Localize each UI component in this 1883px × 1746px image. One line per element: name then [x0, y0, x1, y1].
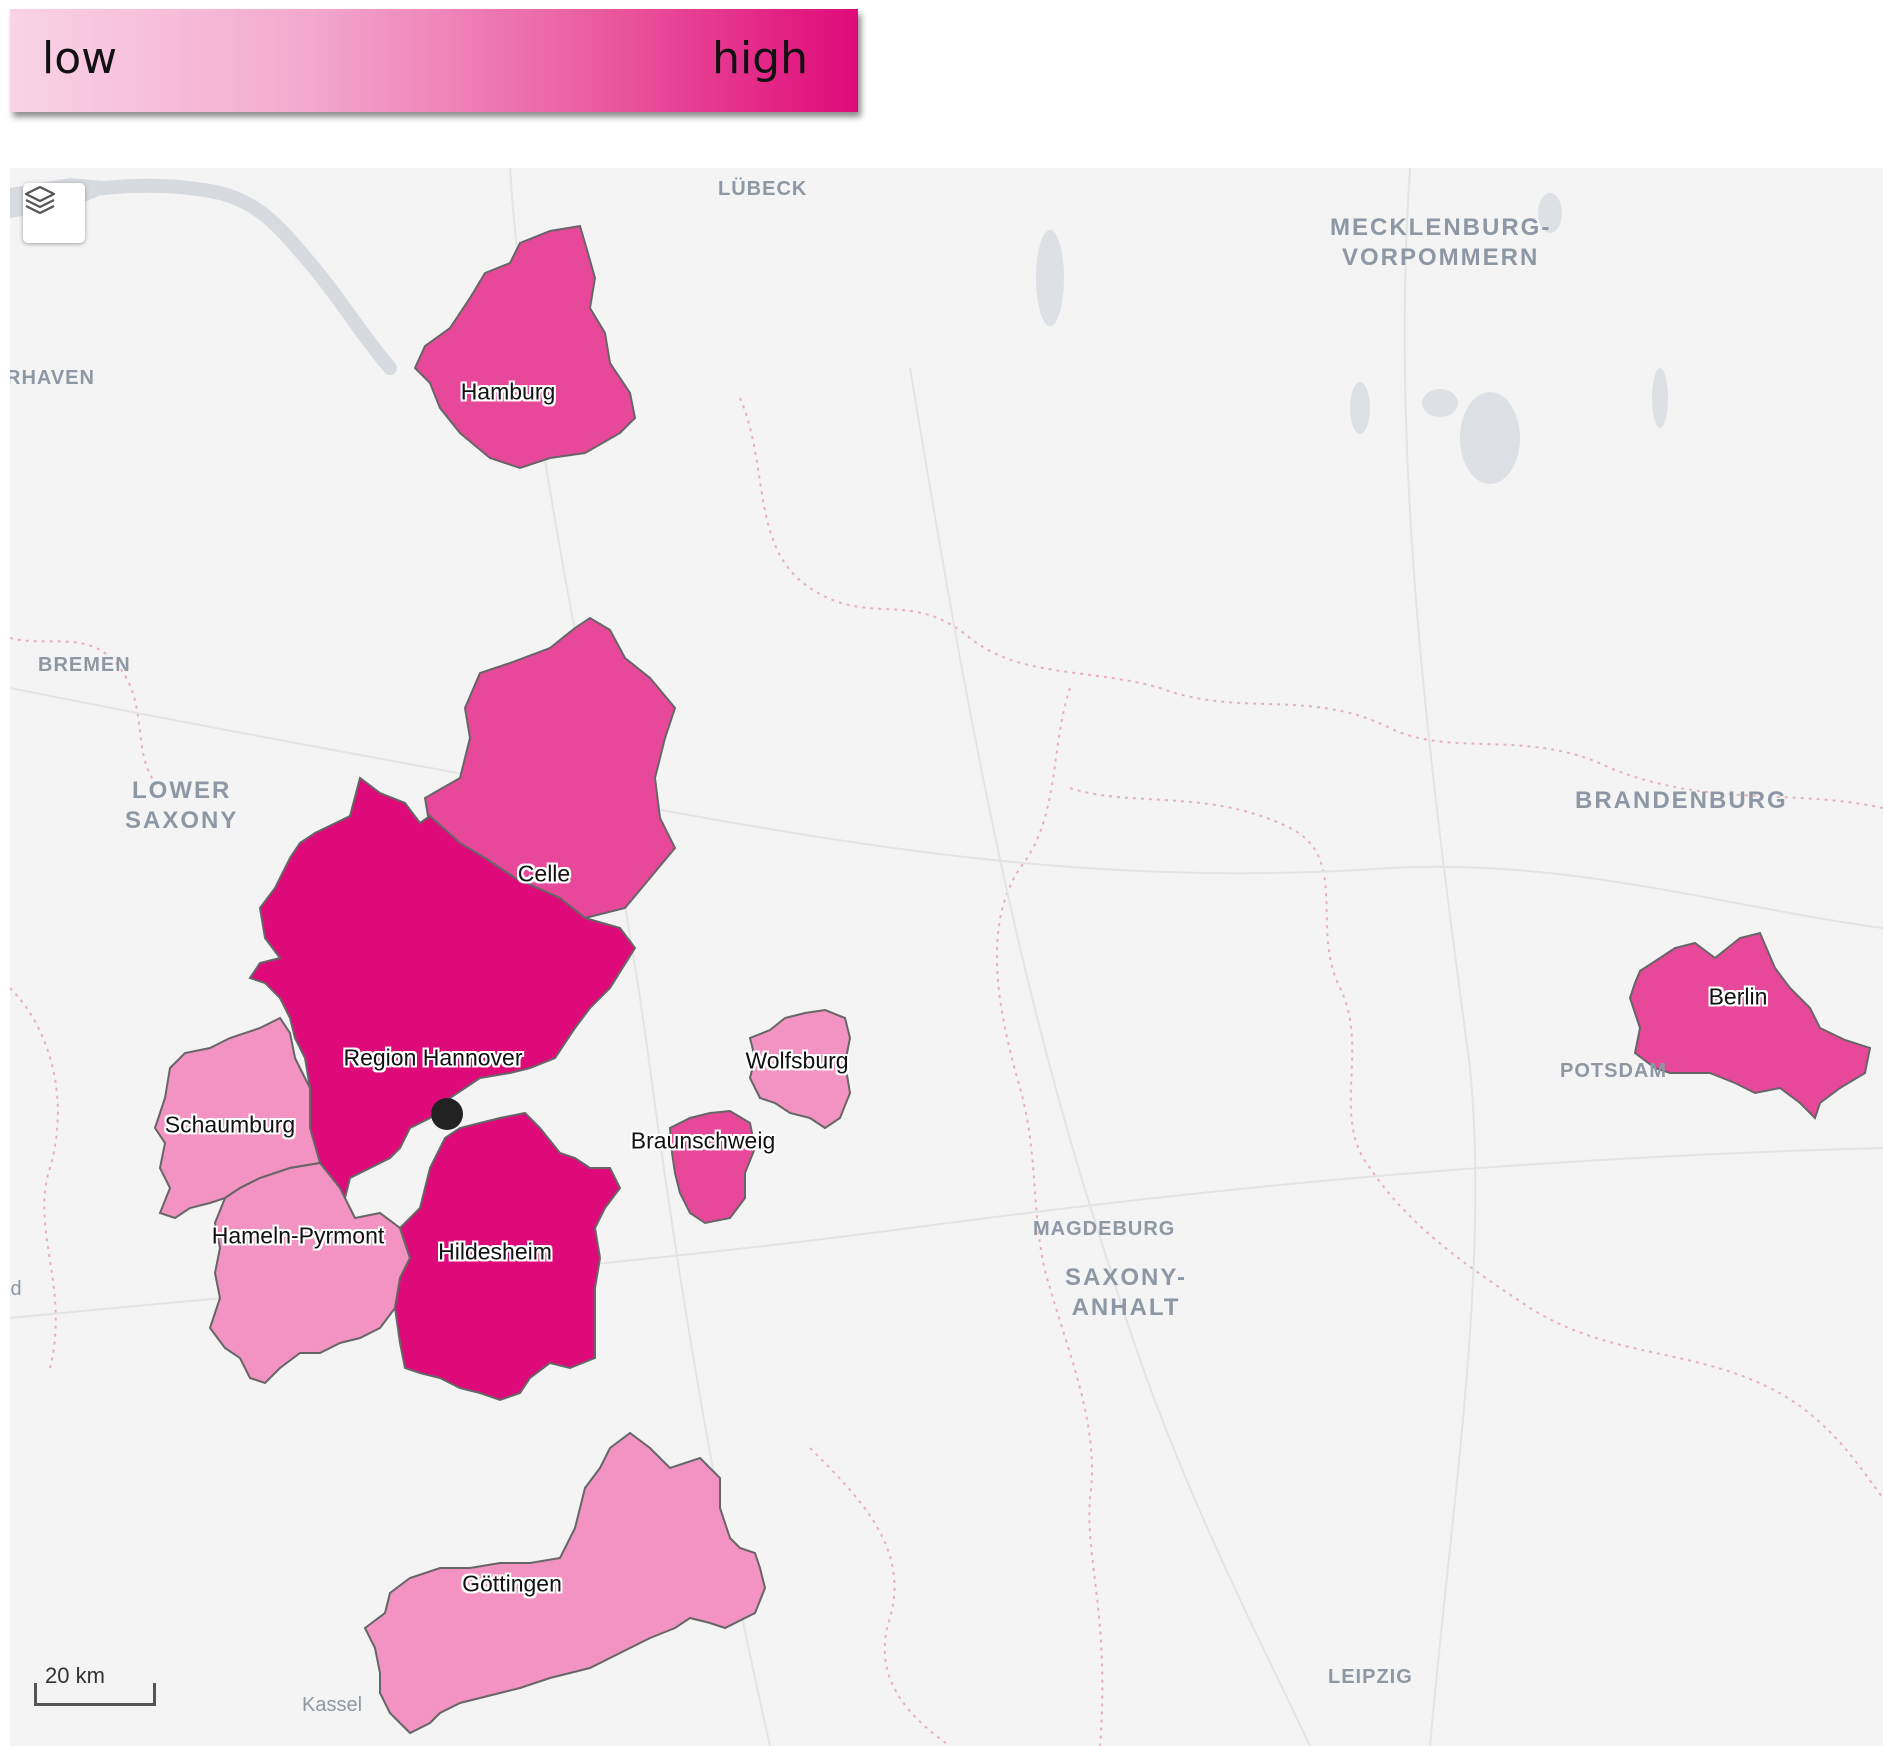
- region-label-braunschweig[interactable]: Braunschweig: [631, 1128, 775, 1155]
- place-label-bremerhaven: RHAVEN: [10, 367, 95, 389]
- place-label-lubeck: LÜBECK: [718, 178, 808, 200]
- state-border: [10, 987, 59, 1369]
- map-basemap: [10, 168, 1883, 1746]
- place-label-magdeburg: MAGDEBURG: [1033, 1218, 1176, 1240]
- location-marker: [431, 1098, 463, 1130]
- color-legend: low high: [10, 9, 858, 112]
- place-label-brandenburg: BRANDENBURG: [1575, 787, 1788, 814]
- region-label-gottingen[interactable]: Göttingen: [462, 1571, 562, 1598]
- lake: [1422, 389, 1458, 417]
- region-label-region-hannover[interactable]: Region Hannover: [343, 1045, 522, 1072]
- region-label-hildesheim[interactable]: Hildesheim: [438, 1239, 552, 1266]
- region-label-celle[interactable]: Celle: [518, 861, 570, 888]
- legend-low-label: low: [42, 33, 118, 84]
- place-label-lower-saxony: LOWER SAXONY: [125, 777, 239, 834]
- place-label-bremen: BREMEN: [38, 654, 131, 676]
- place-label-saxony-anhalt: SAXONY- ANHALT: [1065, 1264, 1188, 1321]
- state-border: [809, 1447, 951, 1746]
- region-label-hamburg[interactable]: Hamburg: [461, 379, 556, 406]
- map-canvas[interactable]: LÜBECK MECKLENBURG- VORPOMMERN RHAVEN BR…: [10, 168, 1883, 1746]
- region-label-schaumburg[interactable]: Schaumburg: [165, 1112, 295, 1139]
- region-berlin: [1628, 931, 1872, 1120]
- lake: [1036, 230, 1064, 326]
- region-label-hameln-pyrmont[interactable]: Hameln-Pyrmont: [212, 1223, 385, 1250]
- region-hamburg: [413, 224, 637, 470]
- place-label-leipzig: LEIPZIG: [1328, 1666, 1413, 1688]
- state-border: [1069, 787, 1883, 1499]
- lake: [1350, 382, 1370, 434]
- region-label-wolfsburg[interactable]: Wolfsburg: [745, 1048, 848, 1075]
- region-hameln-pyrmont: [208, 1161, 412, 1385]
- region-gottingen: [363, 1431, 767, 1735]
- lake: [1652, 368, 1668, 428]
- layers-icon: [24, 185, 56, 215]
- place-label-partial: ld: [10, 1278, 22, 1300]
- legend-high-label: high: [712, 33, 808, 84]
- lake: [1460, 392, 1520, 484]
- place-label-kassel: Kassel: [302, 1694, 363, 1716]
- scale-label: 20 km: [45, 1663, 105, 1688]
- road: [909, 367, 1311, 1746]
- place-label-potsdam: POTSDAM: [1560, 1060, 1667, 1082]
- state-border: [739, 397, 1883, 809]
- place-label-mecklenburg: MECKLENBURG- VORPOMMERN: [1330, 214, 1552, 271]
- scale-bar: 20 km: [34, 1663, 156, 1706]
- layers-button[interactable]: [23, 183, 85, 243]
- region-label-berlin[interactable]: Berlin: [1709, 984, 1768, 1011]
